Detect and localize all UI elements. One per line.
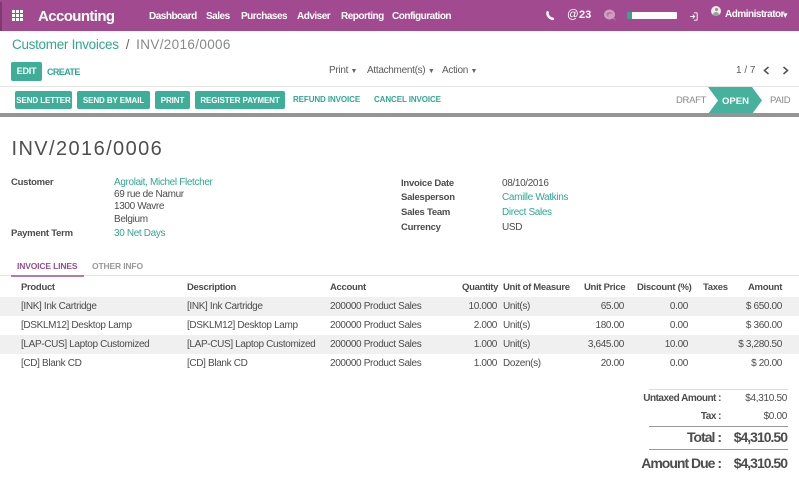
- svg-text:OPEN: OPEN: [722, 96, 749, 107]
